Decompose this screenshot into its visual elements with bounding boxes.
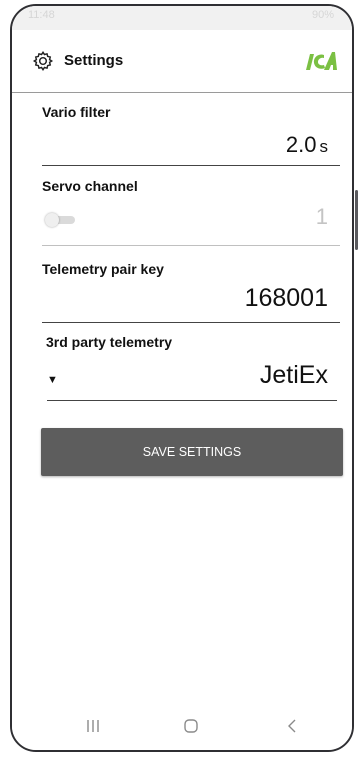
telemetry-pair-key-label: Telemetry pair key <box>42 261 164 277</box>
vario-filter-unit: s <box>319 137 329 156</box>
save-settings-button[interactable]: SAVE SETTINGS <box>41 428 343 476</box>
status-time: 11:48 <box>28 9 55 21</box>
status-battery: 90% <box>311 9 334 21</box>
vario-filter-value: 2.0 <box>285 132 317 157</box>
gear-icon[interactable] <box>32 50 54 72</box>
servo-channel-underline <box>42 245 340 246</box>
page-title: Settings <box>64 52 124 69</box>
status-bar: 11:48 90% <box>12 6 352 30</box>
third-party-telemetry-select[interactable]: JetiEx <box>260 361 328 390</box>
vario-filter-input[interactable]: 2.0 s <box>286 132 328 158</box>
servo-channel-label: Servo channel <box>42 178 138 194</box>
recents-icon[interactable] <box>85 718 101 734</box>
dropdown-arrow-icon[interactable]: ▼ <box>47 374 58 386</box>
telemetry-pair-key-underline <box>42 322 340 323</box>
toggle-thumb <box>45 213 59 227</box>
back-icon[interactable] <box>284 718 300 734</box>
navigation-bar <box>12 706 352 750</box>
servo-channel-toggle[interactable] <box>45 213 79 227</box>
servo-channel-value: 1 <box>315 204 328 229</box>
vario-filter-underline <box>42 165 340 166</box>
side-button <box>355 190 358 250</box>
vario-filter-label: Vario filter <box>42 104 111 120</box>
phone-frame: 11:48 90% Settings Vario filter 2.0 s Ser… <box>10 4 354 752</box>
third-party-telemetry-underline <box>47 400 337 401</box>
telemetry-pair-key-input[interactable]: 168001 <box>245 284 328 313</box>
home-icon[interactable] <box>182 717 200 735</box>
app-bar: Settings <box>12 30 352 93</box>
third-party-telemetry-label: 3rd party telemetry <box>46 334 173 350</box>
ica-logo <box>306 52 337 70</box>
